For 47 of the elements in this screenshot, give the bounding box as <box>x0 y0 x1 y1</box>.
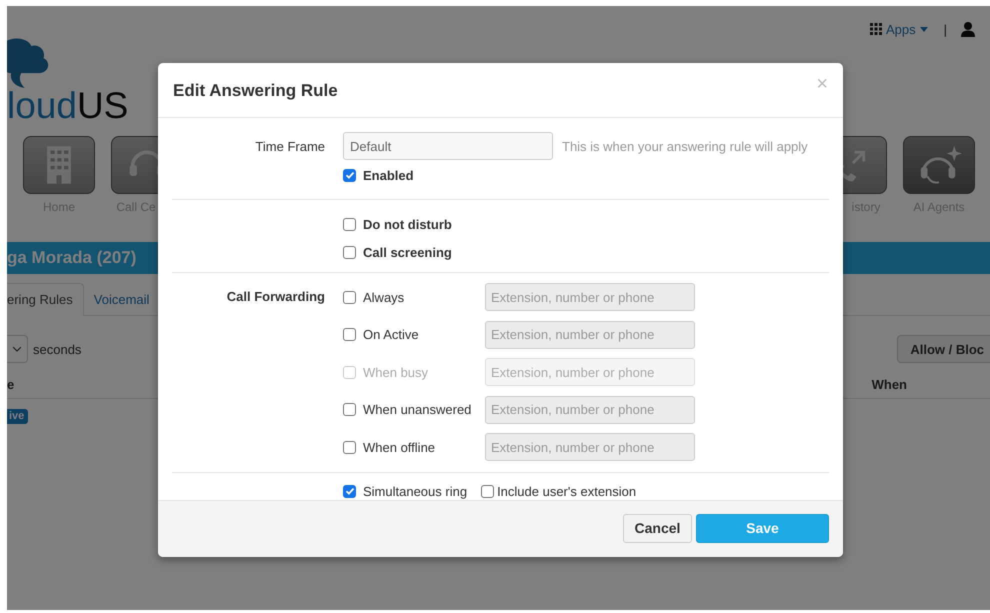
chevron-icon <box>13 346 21 352</box>
forward-number-field[interactable]: Extension, number or phone <box>485 283 695 311</box>
time-frame-field[interactable]: Default <box>343 132 553 160</box>
allow-block-button[interactable]: Allow / Bloc <box>897 335 990 363</box>
cancel-button[interactable]: Cancel <box>623 514 692 542</box>
user-icon[interactable] <box>961 22 975 36</box>
checkbox-label: On Active <box>363 327 419 342</box>
checkbox[interactable] <box>343 440 356 454</box>
column-header: When <box>872 377 907 392</box>
checkbox[interactable] <box>343 246 356 258</box>
checkbox-label: Call screening <box>363 244 452 260</box>
checkbox-label: When busy <box>363 364 428 380</box>
checkbox-label: Do not disturb <box>363 216 452 232</box>
checkbox[interactable] <box>343 290 356 304</box>
caret-icon <box>920 26 928 32</box>
checkbox-label: Enabled <box>363 168 414 182</box>
checkbox[interactable] <box>343 403 356 416</box>
help-text: This is when your answering rule will apply <box>562 138 808 154</box>
checkbox-label: Include user's extension <box>497 484 636 498</box>
logo-text: loudUS <box>7 84 128 128</box>
page-title: ga Morada (207) <box>7 248 136 268</box>
checkbox[interactable] <box>343 484 356 498</box>
checkbox[interactable] <box>481 484 494 498</box>
dialog-title: Edit Answering Rule <box>173 81 338 101</box>
building-icon[interactable] <box>23 136 95 194</box>
checkbox[interactable] <box>343 168 356 182</box>
tab[interactable]: Voicemail <box>84 284 160 315</box>
unit-label: seconds <box>33 342 82 356</box>
apps-menu[interactable]: Apps <box>886 22 916 36</box>
save-button[interactable]: Save <box>696 514 829 542</box>
field-label: Time Frame <box>254 138 325 154</box>
checkbox-label: Always <box>363 290 404 304</box>
forward-number-field[interactable]: Extension, number or phone <box>485 320 695 348</box>
grid-icon <box>870 23 882 35</box>
forward-number-field[interactable]: Extension, number or phone <box>485 433 695 461</box>
checkbox-label: When offline <box>363 440 436 454</box>
column-header: e <box>7 377 14 392</box>
checkbox[interactable] <box>343 328 356 341</box>
status-badge: ive <box>7 409 28 424</box>
checkbox-label: Simultaneous ring <box>363 484 468 498</box>
section-label: Call Forwarding <box>226 289 325 304</box>
tab[interactable]: ering Rules <box>7 283 84 316</box>
separator: | <box>944 22 947 36</box>
forward-number-field[interactable]: Extension, number or phone <box>485 396 695 424</box>
checkbox-label: When unanswered <box>363 402 472 417</box>
checkbox[interactable] <box>343 218 356 230</box>
select-field[interactable] <box>7 335 28 363</box>
